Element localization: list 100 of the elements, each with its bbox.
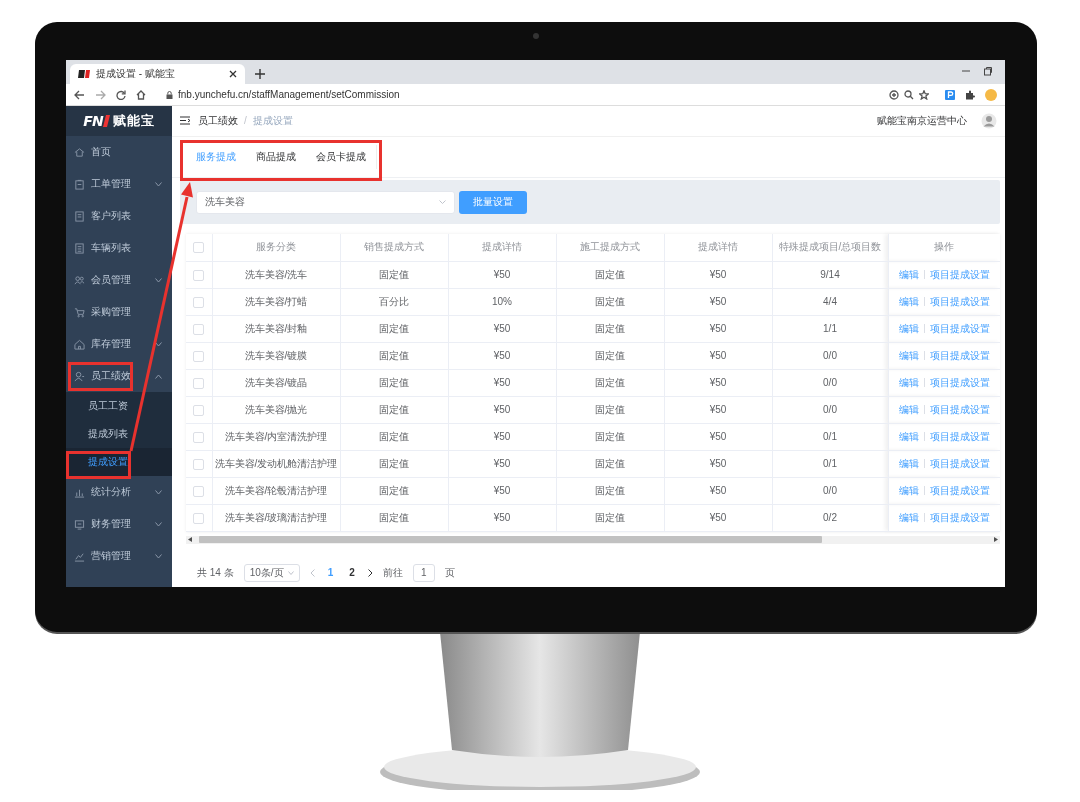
next-page-icon[interactable] [367, 568, 373, 577]
checkbox[interactable] [193, 512, 205, 524]
menu-item[interactable]: 采购管理 [66, 296, 172, 328]
table-cell: ¥50 [448, 450, 556, 478]
people-icon [74, 274, 85, 286]
page-input[interactable]: 1 [412, 563, 435, 582]
checkbox[interactable] [193, 377, 205, 389]
extension-icon[interactable] [945, 89, 955, 100]
checkbox[interactable] [193, 350, 205, 362]
menu-item[interactable]: 库存管理 [66, 328, 172, 360]
zoom-icon[interactable] [904, 89, 914, 100]
menu-item[interactable]: 营销管理 [66, 540, 172, 572]
edit-link[interactable]: 编辑 [893, 484, 924, 496]
checkbox[interactable] [193, 431, 205, 443]
plus-icon[interactable] [255, 69, 265, 79]
browser-tab[interactable]: 提成设置 - 赋能宝 [70, 64, 245, 84]
tab-title: 提成设置 - 赋能宝 [96, 67, 176, 81]
table-cell: 固定值 [340, 261, 448, 289]
checkbox[interactable] [193, 269, 205, 281]
breadcrumb-separator: / [244, 115, 247, 127]
table-cell: ¥50 [664, 261, 772, 289]
table-cell: 洗车美容/镀膜 [212, 342, 340, 370]
menu-item[interactable]: 客户列表 [66, 200, 172, 232]
table-cell: ¥50 [448, 504, 556, 532]
scroll-left-icon[interactable] [188, 537, 192, 543]
page-unit: 页 [444, 565, 455, 580]
highlight-box [66, 451, 131, 479]
menu-item[interactable]: 首页 [66, 136, 172, 168]
checkbox[interactable] [193, 296, 205, 308]
horizontal-scrollbar[interactable] [186, 535, 1000, 545]
table-cell: ¥50 [664, 369, 772, 397]
page-number[interactable]: 2 [346, 567, 358, 579]
home-icon[interactable] [136, 89, 146, 100]
table-cell: 洗车美容/轮毂清洁护理 [212, 477, 340, 505]
close-icon[interactable] [229, 70, 237, 78]
scrollbar-thumb[interactable] [199, 536, 822, 544]
menu-icon[interactable] [180, 116, 190, 126]
puzzle-icon[interactable] [965, 89, 975, 100]
table-cell: 固定值 [556, 396, 664, 424]
table-cell: 洗车美容/洗车 [212, 261, 340, 289]
menu-item[interactable]: 工单管理 [66, 168, 172, 200]
caret-icon [287, 570, 294, 575]
table-cell: 固定值 [340, 315, 448, 343]
edit-link[interactable]: 编辑 [893, 457, 924, 469]
reload-icon[interactable] [116, 89, 126, 100]
table-cell: 固定值 [340, 504, 448, 532]
checkbox[interactable] [193, 485, 205, 497]
menu-item[interactable]: 统计分析 [66, 476, 172, 508]
menu-item[interactable]: 员工绩效 [66, 360, 172, 392]
back-icon[interactable] [74, 89, 85, 100]
checkbox[interactable] [193, 458, 205, 470]
avatar-icon[interactable] [981, 112, 997, 129]
tab[interactable]: 商品提成 [246, 141, 306, 172]
edit-link[interactable]: 编辑 [893, 268, 924, 280]
table-cell: ¥50 [664, 288, 772, 316]
organization-name: 赋能宝南京运营中心 [877, 113, 967, 128]
page-size-select[interactable]: 10条/页 [243, 563, 300, 582]
checkbox[interactable] [193, 323, 205, 335]
logo-icon [78, 70, 90, 78]
table-cell: 固定值 [556, 342, 664, 370]
table-cell: ¥50 [664, 450, 772, 478]
table-cell: 洗车美容/封釉 [212, 315, 340, 343]
submenu-item[interactable]: 员工工资 [66, 392, 172, 420]
breadcrumb-item[interactable]: 员工绩效 [198, 113, 238, 128]
menu-item[interactable]: 财务管理 [66, 508, 172, 540]
total-count: 共 14 条 [197, 565, 234, 580]
table-cell: 0/0 [772, 396, 888, 424]
edit-link[interactable]: 编辑 [893, 322, 924, 334]
table-cell: 洗车美容/镀晶 [212, 369, 340, 397]
edit-link[interactable]: 编辑 [893, 376, 924, 388]
menu-item[interactable]: 会员管理 [66, 264, 172, 296]
forward-icon[interactable] [95, 89, 106, 100]
table-cell: 0/1 [772, 423, 888, 451]
checkbox[interactable] [193, 404, 205, 416]
home-icon [74, 146, 85, 158]
table-cell: 9/14 [772, 261, 888, 289]
add-circle-icon[interactable] [889, 89, 899, 100]
breadcrumb-item: 提成设置 [252, 113, 293, 128]
profile-icon[interactable] [985, 88, 997, 101]
table-cell: 4/4 [772, 288, 888, 316]
edit-link[interactable]: 编辑 [893, 349, 924, 361]
tab[interactable]: 会员卡提成 [306, 141, 376, 172]
star-icon[interactable] [919, 89, 929, 100]
lock-icon [166, 90, 173, 99]
scroll-right-icon[interactable] [994, 537, 998, 543]
document-icon [74, 242, 85, 254]
submenu-item[interactable]: 提成列表 [66, 420, 172, 448]
table-cell: 10% [448, 288, 556, 316]
edit-link[interactable]: 编辑 [893, 295, 924, 307]
edit-link[interactable]: 编辑 [893, 430, 924, 442]
table-cell: ¥50 [448, 423, 556, 451]
category-select[interactable]: 洗车美容 [196, 190, 455, 214]
checkbox[interactable] [193, 242, 205, 254]
edit-link[interactable]: 编辑 [893, 403, 924, 415]
edit-link[interactable]: 编辑 [893, 511, 924, 523]
restore-icon[interactable] [983, 66, 993, 76]
table-cell: 0/0 [772, 342, 888, 370]
table-cell: ¥50 [664, 342, 772, 370]
previous-page-icon[interactable] [309, 568, 315, 577]
menu-item[interactable]: 车辆列表 [66, 232, 172, 264]
